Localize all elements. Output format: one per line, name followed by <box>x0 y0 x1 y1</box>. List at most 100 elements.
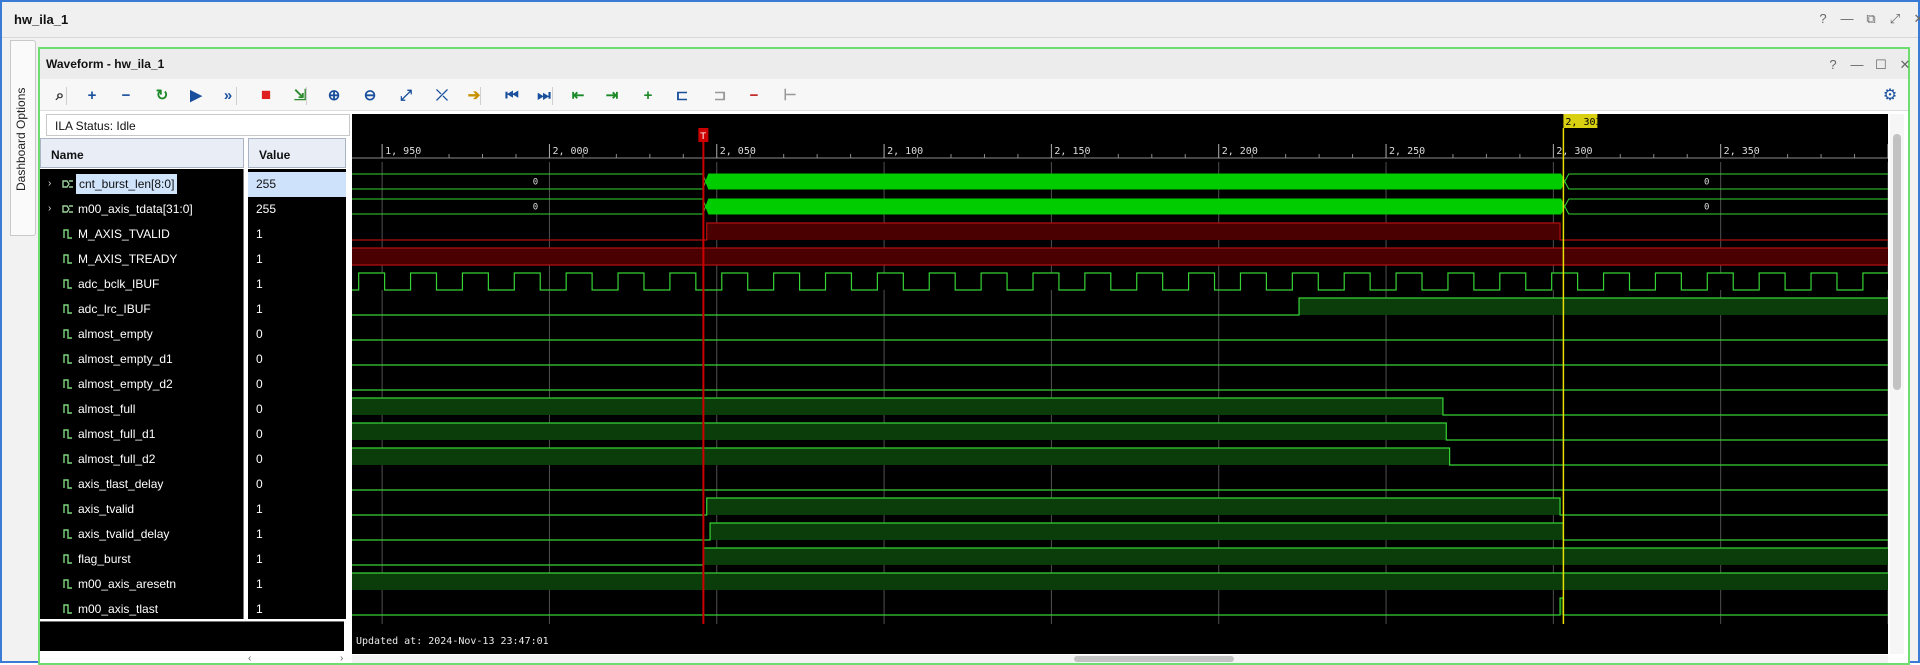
refresh-button[interactable]: ↻ <box>150 83 174 107</box>
signal-row[interactable]: axis_tvalid <box>40 497 243 522</box>
signal-row[interactable]: almost_empty_d1 <box>40 347 243 372</box>
updated-timestamp: Updated at: 2024-Nov-13 23:47:01 <box>356 636 549 647</box>
signal-value-row[interactable]: 255 <box>248 197 346 222</box>
stop-button[interactable]: ■ <box>254 83 278 107</box>
signal-row[interactable]: flag_burst <box>40 547 243 572</box>
signal-value-row[interactable]: 1 <box>248 297 346 322</box>
waveform-vertical-scrollbar[interactable] <box>1890 114 1904 654</box>
signal-row[interactable]: axis_tlast_delay <box>40 472 243 497</box>
signal-high-fill <box>514 273 541 290</box>
previous-transition-button[interactable]: ⇤ <box>566 83 590 107</box>
signal-row[interactable]: almost_full_d1 <box>40 422 243 447</box>
signal-value-row[interactable]: 0 <box>248 347 346 372</box>
signal-name-list: › cnt_burst_len[8:0] › m00_axis_tdata[31:0]… <box>40 169 244 619</box>
expand-chevron-icon[interactable]: › <box>48 178 51 189</box>
signal-value-row[interactable]: 0 <box>248 397 346 422</box>
signal-value-row[interactable]: 1 <box>248 522 346 547</box>
bus-segment <box>1564 198 1888 215</box>
scroll-right-icon[interactable]: › <box>340 653 343 664</box>
delete-marker-button[interactable]: − <box>742 83 766 107</box>
horizontal-scroll-thumb[interactable] <box>1074 656 1234 662</box>
stop-icon: ■ <box>260 85 272 104</box>
remove-button[interactable]: − <box>114 83 138 107</box>
next-marker-button[interactable]: ⊐ <box>708 83 732 107</box>
previous-marker-button[interactable]: ⊏ <box>670 83 694 107</box>
value-column-header[interactable]: Value <box>248 138 346 168</box>
signal-row[interactable]: m00_axis_tlast <box>40 597 243 622</box>
swap-cursors-button[interactable]: ⊢ <box>778 83 802 107</box>
signal-value-row[interactable]: 0 <box>248 447 346 472</box>
panel-maximize-icon[interactable]: ☐ <box>1874 57 1888 73</box>
signal-value-row[interactable]: 0 <box>248 372 346 397</box>
list-horizontal-scrollbar[interactable]: ‹ › <box>246 653 352 664</box>
signal-high-fill <box>1344 273 1371 290</box>
vertical-scroll-thumb[interactable] <box>1893 134 1901 390</box>
panel-minimize-icon[interactable]: — <box>1850 57 1864 73</box>
minimize-icon[interactable]: — <box>1840 11 1854 27</box>
zoom-in-button[interactable]: ⊕ <box>322 83 346 107</box>
signal-row[interactable]: adc_bclk_IBUF <box>40 272 243 297</box>
signal-name: almost_empty <box>78 327 153 341</box>
scroll-left-icon[interactable]: ‹ <box>248 653 251 664</box>
signal-value-row[interactable]: 1 <box>248 597 346 622</box>
signal-trace <box>352 597 1888 616</box>
next-marker-icon: ⊐ <box>713 87 727 104</box>
signal-row[interactable]: adc_lrc_IBUF <box>40 297 243 322</box>
add-button[interactable]: + <box>80 83 104 107</box>
signal-value-row[interactable]: 1 <box>248 572 346 597</box>
panel-close-icon[interactable]: ✕ <box>1898 57 1912 73</box>
signal-row[interactable]: M_AXIS_TVALID <box>40 222 243 247</box>
signal-row[interactable]: axis_tvalid_delay <box>40 522 243 547</box>
search-button[interactable]: ⌕ <box>48 83 72 107</box>
cursor-button[interactable]: ⤫ <box>430 83 454 107</box>
zoom-fit-button[interactable]: ⤢ <box>394 83 418 107</box>
add-marker-button[interactable]: + <box>636 83 660 107</box>
maximize-icon[interactable]: ⤢ <box>1888 11 1902 27</box>
swap-cursors-icon: ⊢ <box>783 87 797 104</box>
waveform-toolbar: ⌕ + − ↻ ▶ » ■ ⇲ ⊕ ⊖ ⤢ ⤫ ➔ ⏮ ⏭ ⇤ ⇥ + ⊏ ⊐ − ⊢ ⚙ <box>40 79 1908 111</box>
signal-name: M_AXIS_TREADY <box>78 252 178 266</box>
expand-chevron-icon[interactable]: › <box>48 203 51 214</box>
waveform-canvas[interactable]: 1, 950 2, 000 2, 050 2, 100 2, 150 2, 200 2, 2… <box>352 114 1888 654</box>
settings-button[interactable]: ⚙ <box>1878 83 1902 107</box>
bus-value-label: 0 <box>1704 178 1709 188</box>
dashboard-options-tab[interactable]: Dashboard Options <box>10 40 36 236</box>
signal-value-row[interactable]: 0 <box>248 422 346 447</box>
signal-name: adc_bclk_IBUF <box>78 277 160 291</box>
bus-segment <box>352 173 707 190</box>
signal-value-row[interactable]: 1 <box>248 272 346 297</box>
signal-value-row[interactable]: 1 <box>248 547 346 572</box>
waveform-horizontal-scrollbar[interactable] <box>352 655 1888 663</box>
signal-value-row[interactable]: 1 <box>248 222 346 247</box>
signal-value-row[interactable]: 255 <box>248 172 346 197</box>
signal-value-row[interactable]: 0 <box>248 472 346 497</box>
signal-row[interactable]: almost_full_d2 <box>40 447 243 472</box>
signal-row[interactable]: m00_axis_aresetn <box>40 572 243 597</box>
restore-icon[interactable]: ⧉ <box>1864 11 1878 27</box>
signal-value-row[interactable]: 0 <box>248 322 346 347</box>
go-to-cursor-button[interactable]: ➔ <box>462 83 486 107</box>
signal-value-row[interactable]: 1 <box>248 497 346 522</box>
signal-row[interactable]: M_AXIS_TREADY <box>40 247 243 272</box>
name-column-header[interactable]: Name <box>40 138 244 168</box>
export-button[interactable]: ⇲ <box>288 83 312 107</box>
wire-signal-icon <box>62 253 74 265</box>
panel-help-icon[interactable]: ? <box>1826 57 1840 73</box>
export-icon: ⇲ <box>293 87 307 104</box>
signal-row[interactable]: almost_empty <box>40 322 243 347</box>
signal-row[interactable]: › m00_axis_tdata[31:0] <box>40 197 243 222</box>
help-icon[interactable]: ? <box>1816 11 1830 27</box>
signal-value-row[interactable]: 1 <box>248 247 346 272</box>
signal-high-fill <box>1032 273 1059 290</box>
next-transition-button[interactable]: ⇥ <box>600 83 624 107</box>
run-trigger-button[interactable]: ▶ <box>184 83 208 107</box>
signal-name: almost_full_d1 <box>78 427 156 441</box>
signal-high-fill <box>1499 273 1526 290</box>
signal-row[interactable]: almost_empty_d2 <box>40 372 243 397</box>
zoom-out-button[interactable]: ⊖ <box>358 83 382 107</box>
signal-row[interactable]: › cnt_burst_len[8:0] <box>40 172 243 197</box>
close-icon[interactable]: ✕ <box>1912 11 1920 27</box>
go-to-start-button[interactable]: ⏮ <box>500 83 524 107</box>
signal-row[interactable]: almost_full <box>40 397 243 422</box>
previous-marker-icon: ⊏ <box>675 87 689 104</box>
